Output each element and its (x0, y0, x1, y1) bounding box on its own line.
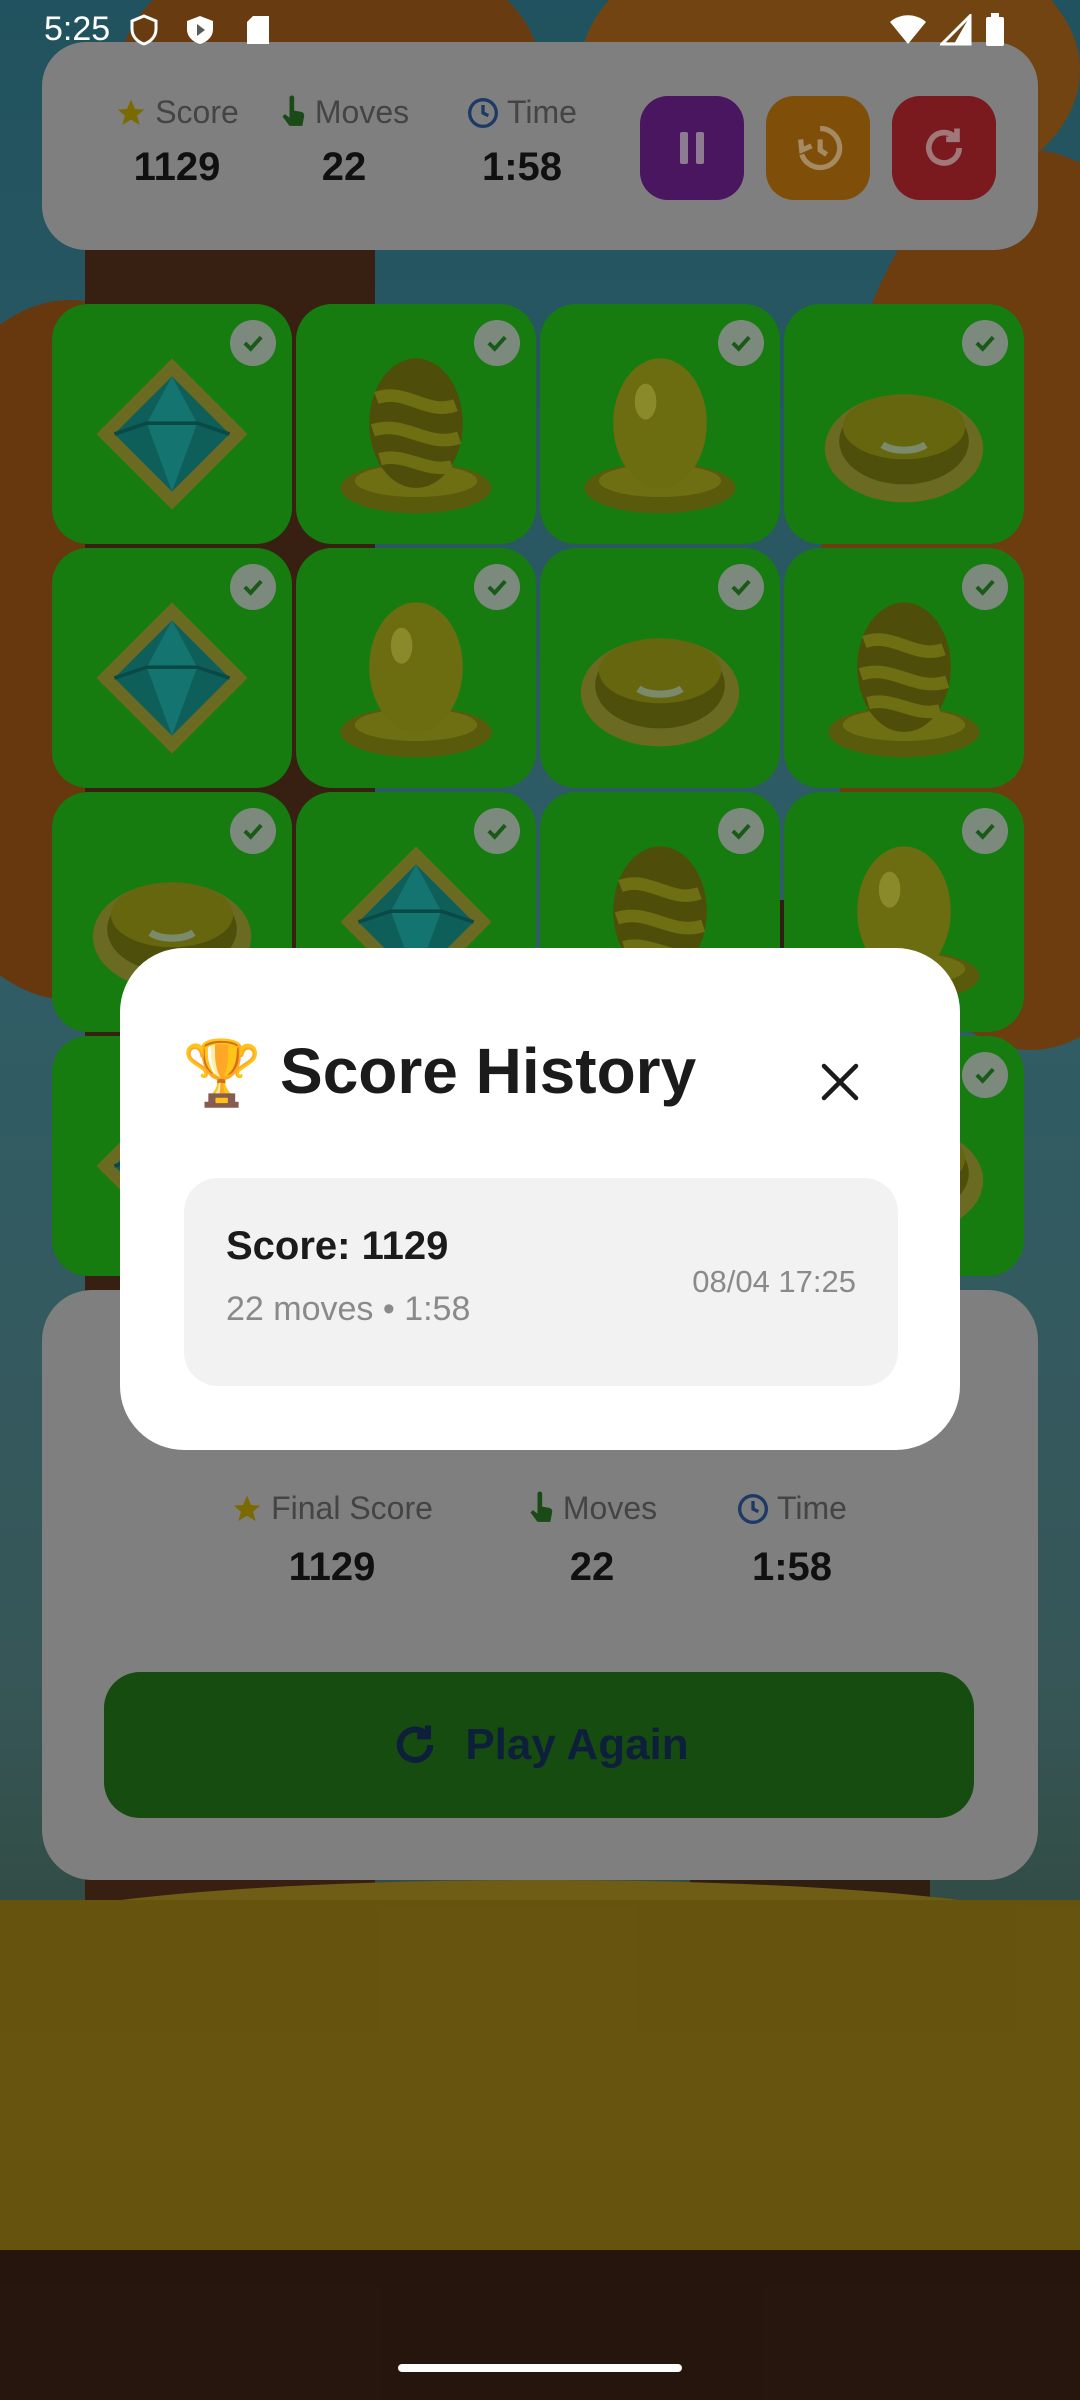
restart-button[interactable] (892, 96, 996, 200)
board-tile[interactable] (296, 548, 536, 788)
clock-icon (468, 97, 499, 128)
status-time: 5:25 (44, 10, 111, 48)
close-icon (821, 1063, 859, 1101)
star-icon (117, 99, 145, 125)
check-icon (718, 320, 764, 366)
star-icon (233, 1495, 261, 1521)
check-icon (474, 808, 520, 854)
tap-hand-icon (530, 1491, 553, 1522)
time-value: 1:58 (481, 145, 563, 189)
striped-egg-icon (814, 588, 994, 768)
stats-header: Score 1129 Moves 22 Time 1:58 (42, 42, 1038, 250)
score-history-dialog: 🏆 Score History Score: 1129 22 moves • 1… (120, 948, 960, 1450)
score-value: 1129 (133, 145, 221, 189)
close-button[interactable] (800, 1042, 880, 1122)
moves-value: 22 (321, 145, 367, 189)
score-label: Score (155, 94, 239, 130)
history-icon (798, 125, 843, 171)
check-icon (230, 564, 276, 610)
check-icon (718, 564, 764, 610)
history-entry[interactable]: Score: 1129 22 moves • 1:58 08/04 17:25 (184, 1178, 898, 1386)
play-protect-icon (184, 14, 216, 46)
restart-icon (926, 128, 962, 166)
history-button[interactable] (766, 96, 870, 200)
dialog-title: Score History (280, 1035, 697, 1107)
shield-icon (128, 14, 160, 46)
egg-icon (570, 344, 750, 524)
moves-label: Moves (314, 94, 410, 130)
final-time-stat: Time 1:58 (722, 1490, 862, 1590)
board-tile[interactable] (540, 548, 780, 788)
check-icon (962, 564, 1008, 610)
final-score-stat: Final Score 1129 (222, 1490, 442, 1590)
history-entry-date: 08/04 17:25 (692, 1264, 856, 1299)
wifi-icon (888, 14, 928, 46)
final-time-label: Time (777, 1490, 847, 1526)
diamond-icon (82, 344, 262, 524)
final-moves-stat: Moves 22 (512, 1490, 672, 1590)
coin-icon (570, 588, 750, 768)
check-icon (230, 320, 276, 366)
final-time-value: 1:58 (751, 1545, 833, 1589)
final-score-value: 1129 (288, 1545, 376, 1589)
play-again-label: Play Again (465, 1720, 689, 1769)
refresh-icon (397, 1725, 434, 1763)
time-label: Time (507, 94, 577, 130)
moves-stat: Moves 22 (264, 94, 424, 190)
check-icon (474, 320, 520, 366)
battery-icon (984, 13, 1006, 46)
final-moves-value: 22 (569, 1545, 615, 1589)
check-icon (718, 808, 764, 854)
time-stat: Time 1:58 (452, 94, 592, 190)
check-icon (474, 564, 520, 610)
history-entry-meta: 22 moves • 1:58 (226, 1290, 471, 1328)
check-icon (230, 808, 276, 854)
board-tile[interactable] (784, 548, 1024, 788)
play-again-button[interactable]: Play Again (104, 1672, 974, 1818)
clock-icon (738, 1493, 769, 1524)
check-icon (962, 320, 1008, 366)
sd-card-icon (242, 14, 274, 46)
check-icon (962, 808, 1008, 854)
tap-hand-icon (282, 95, 305, 126)
history-entry-score: Score: 1129 (226, 1224, 449, 1268)
home-gesture-bar[interactable] (398, 2364, 682, 2372)
cell-signal-icon (940, 14, 972, 46)
score-stat: Score 1129 (82, 94, 272, 190)
board-tile[interactable] (52, 548, 292, 788)
diamond-icon (82, 588, 262, 768)
trophy-icon: 🏆 (182, 1037, 262, 1109)
check-icon (962, 1052, 1008, 1098)
pause-icon (680, 132, 704, 164)
final-score-label: Final Score (271, 1490, 433, 1526)
board-tile[interactable] (52, 304, 292, 544)
status-bar: 5:25 (0, 0, 1080, 62)
pause-button[interactable] (640, 96, 744, 200)
coin-icon (814, 344, 994, 524)
final-moves-label: Moves (562, 1490, 658, 1526)
board-tile[interactable] (784, 304, 1024, 544)
board-tile[interactable] (540, 304, 780, 544)
board-tile[interactable] (296, 304, 536, 544)
striped-egg-icon (326, 344, 506, 524)
egg-icon (326, 588, 506, 768)
